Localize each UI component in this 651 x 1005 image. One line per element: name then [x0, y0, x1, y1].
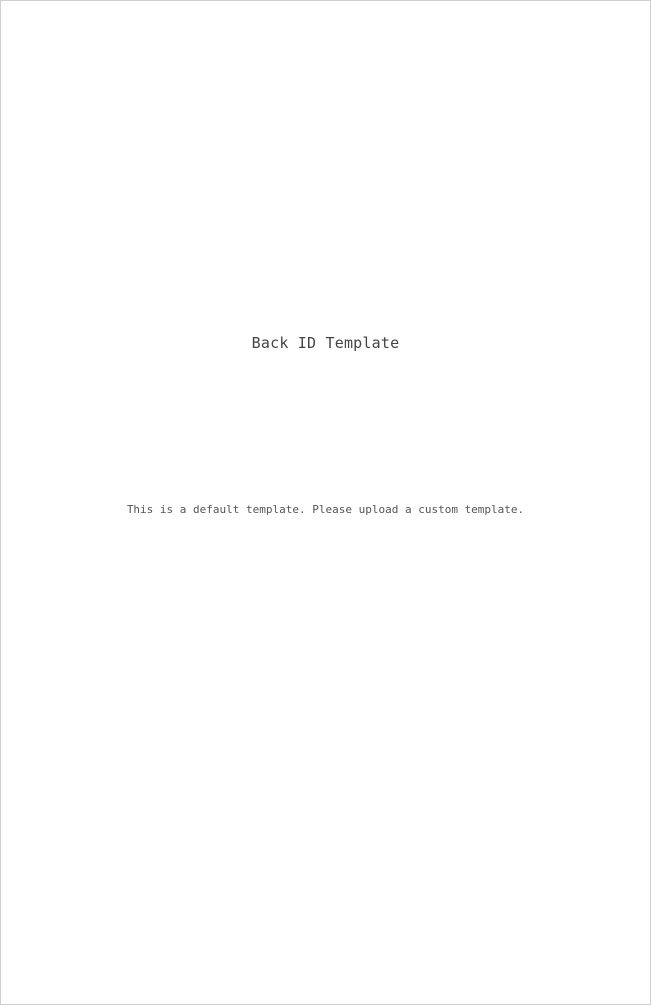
template-preview-card: Back ID Template This is a default templ…: [0, 0, 651, 1005]
default-template-note: This is a default template. Please uploa…: [126, 503, 525, 516]
template-title: Back ID Template: [251, 334, 400, 352]
